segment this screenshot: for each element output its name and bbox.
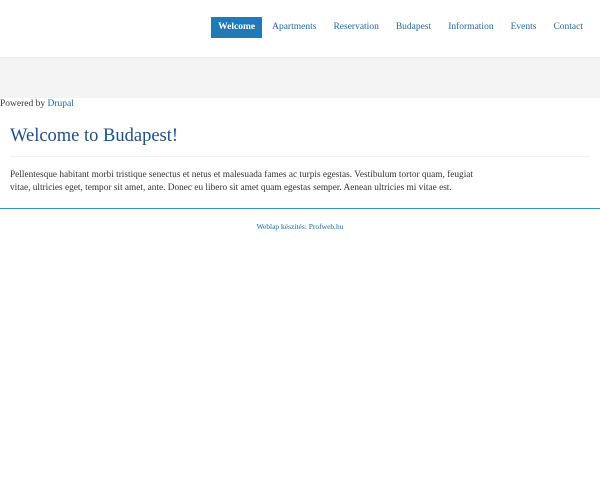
site-footer: Weblap készítés: Profweb.hu xyxy=(0,221,600,233)
footer-divider xyxy=(0,208,600,209)
nav-item-events[interactable]: Events xyxy=(504,17,544,38)
nav-item-information[interactable]: Information xyxy=(441,17,500,38)
powered-by: Powered by Drupal xyxy=(0,98,600,110)
body-text: Pellentesque habitant morbi tristique se… xyxy=(10,170,474,193)
powered-by-prefix: Powered by xyxy=(0,99,46,109)
nav-item-reservation[interactable]: Reservation xyxy=(326,17,385,38)
drupal-link[interactable]: Drupal xyxy=(48,99,74,109)
site-header: Welcome Apartments Reservation Budapest … xyxy=(0,0,600,57)
header-band xyxy=(0,57,600,98)
footer-credit-link[interactable]: Weblap készítés: Profweb.hu xyxy=(256,222,343,231)
main-content: Welcome to Budapest! Pellentesque habita… xyxy=(0,124,600,195)
page-title: Welcome to Budapest! xyxy=(10,124,590,157)
nav-item-apartments[interactable]: Apartments xyxy=(265,17,323,38)
nav-item-budapest[interactable]: Budapest xyxy=(389,17,438,38)
nav-item-contact[interactable]: Contact xyxy=(546,17,590,38)
nav-item-welcome[interactable]: Welcome xyxy=(211,17,263,38)
main-navigation: Welcome Apartments Reservation Budapest … xyxy=(208,17,590,38)
